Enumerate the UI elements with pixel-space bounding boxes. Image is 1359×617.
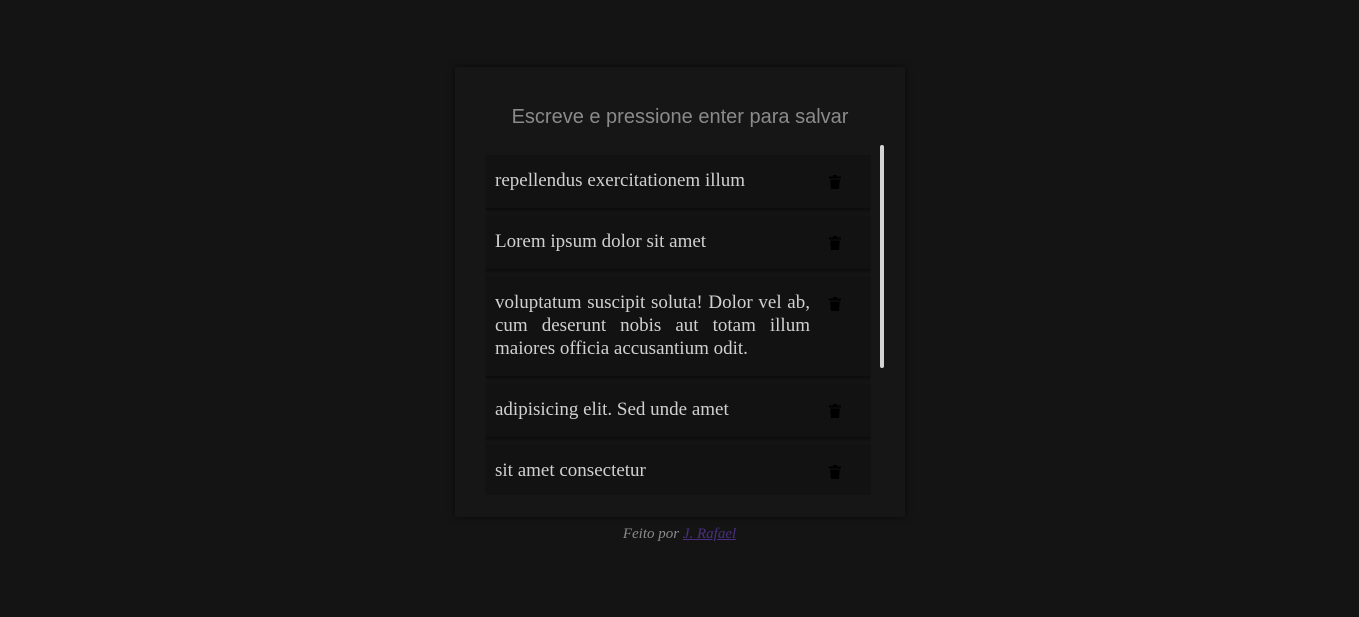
delete-button[interactable]	[826, 175, 844, 193]
notes-card: repellendus exercitationem illum Lorem i…	[455, 67, 905, 517]
trash-icon	[829, 236, 841, 250]
author-link[interactable]: J. Rafael	[683, 526, 736, 542]
scrollbar-thumb[interactable]	[880, 145, 884, 368]
note-item: Lorem ipsum dolor sit amet	[485, 216, 871, 269]
trash-icon	[829, 175, 841, 189]
trash-icon	[829, 404, 841, 418]
trash-icon	[829, 465, 841, 479]
note-item: repellendus exercitationem illum	[485, 155, 871, 208]
note-input[interactable]	[485, 97, 875, 137]
footer: Feito por J. Rafael	[0, 526, 1359, 543]
delete-button[interactable]	[826, 404, 844, 422]
scrollbar[interactable]	[879, 145, 885, 495]
delete-button[interactable]	[826, 236, 844, 254]
delete-button[interactable]	[826, 297, 844, 315]
note-item: sit amet consectetur	[485, 445, 871, 495]
note-text: voluptatum suscipit soluta! Dolor vel ab…	[495, 292, 810, 359]
note-text: adipisicing elit. Sed unde amet	[495, 399, 729, 420]
note-text: repellendus exercitationem illum	[495, 170, 746, 191]
delete-button[interactable]	[826, 465, 844, 483]
note-text: sit amet consectetur	[495, 460, 646, 481]
footer-prefix: Feito por	[622, 526, 680, 542]
note-text: Lorem ipsum dolor sit amet	[495, 231, 707, 252]
note-item: adipisicing elit. Sed unde amet	[485, 384, 871, 437]
note-item: voluptatum suscipit soluta! Dolor vel ab…	[485, 277, 871, 376]
trash-icon	[829, 297, 841, 311]
notes-list[interactable]: repellendus exercitationem illum Lorem i…	[485, 155, 871, 495]
